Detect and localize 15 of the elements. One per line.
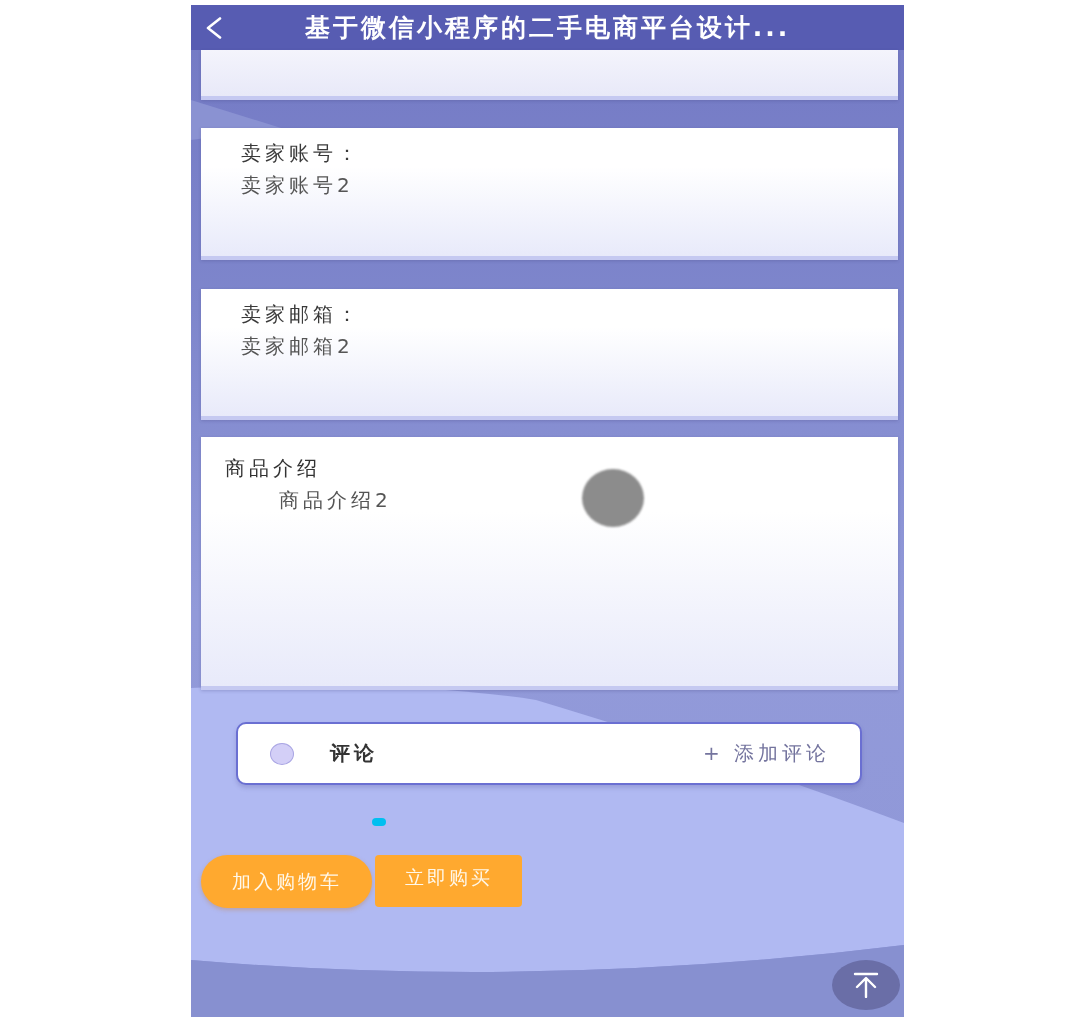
add-comment-link[interactable]: + 添加评论 (702, 740, 830, 767)
page-title: 基于微信小程序的二手电商平台设计... (304, 11, 791, 44)
arrow-up-icon (853, 972, 879, 998)
comment-title: 评论 (330, 740, 378, 767)
action-button[interactable]: 加入购物车 (201, 855, 372, 908)
back-icon (205, 17, 223, 39)
circle-icon (270, 742, 294, 765)
section-title: 商品介绍 (225, 455, 321, 482)
description-text: 商品介绍2 (279, 487, 392, 514)
touch-indicator-icon (582, 469, 644, 527)
field-label: 卖家邮箱： (241, 301, 361, 328)
action-button[interactable]: 立即购买 (375, 855, 522, 907)
field-value: 卖家邮箱2 (241, 333, 354, 360)
field-value: 卖家账号2 (241, 172, 354, 199)
field-label: 卖家账号： (241, 140, 361, 167)
